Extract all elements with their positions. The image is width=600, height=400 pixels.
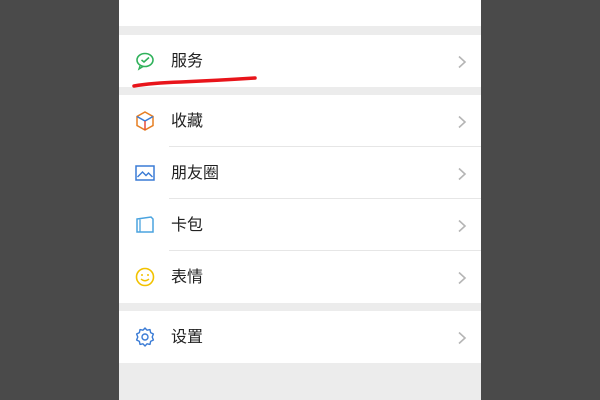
menu-row-services[interactable]: 服务 <box>119 35 481 87</box>
features-group: 收藏 朋友圈 卡包 表情 <box>119 95 481 303</box>
favorites-label: 收藏 <box>171 111 204 130</box>
top-section-remnant <box>119 0 481 26</box>
moments-label: 朋友圈 <box>171 163 220 182</box>
menu-row-card-wallet[interactable]: 卡包 <box>119 199 481 251</box>
chevron-right-icon <box>457 166 467 181</box>
menu-row-settings[interactable]: 设置 <box>119 311 481 363</box>
emoji-label: 表情 <box>171 267 204 286</box>
card-wallet-icon <box>134 214 156 236</box>
chevron-right-icon <box>457 270 467 285</box>
services-group: 服务 <box>119 35 481 87</box>
gear-icon <box>134 326 156 348</box>
menu-row-emoji[interactable]: 表情 <box>119 251 481 303</box>
menu-row-favorites[interactable]: 收藏 <box>119 95 481 147</box>
moments-picture-icon <box>134 162 156 184</box>
chevron-right-icon <box>457 218 467 233</box>
emoji-smile-icon <box>134 266 156 288</box>
services-label: 服务 <box>171 51 204 70</box>
favorites-cube-icon <box>134 110 156 132</box>
menu-row-moments[interactable]: 朋友圈 <box>119 147 481 199</box>
wechat-pay-icon <box>134 50 156 72</box>
settings-group: 设置 <box>119 311 481 363</box>
settings-label: 设置 <box>171 327 204 346</box>
chevron-right-icon <box>457 54 467 69</box>
phone-screen: 服务 收藏 朋友圈 卡包 表情 设置 <box>119 0 481 400</box>
chevron-right-icon <box>457 330 467 345</box>
card-wallet-label: 卡包 <box>171 215 204 234</box>
chevron-right-icon <box>457 114 467 129</box>
